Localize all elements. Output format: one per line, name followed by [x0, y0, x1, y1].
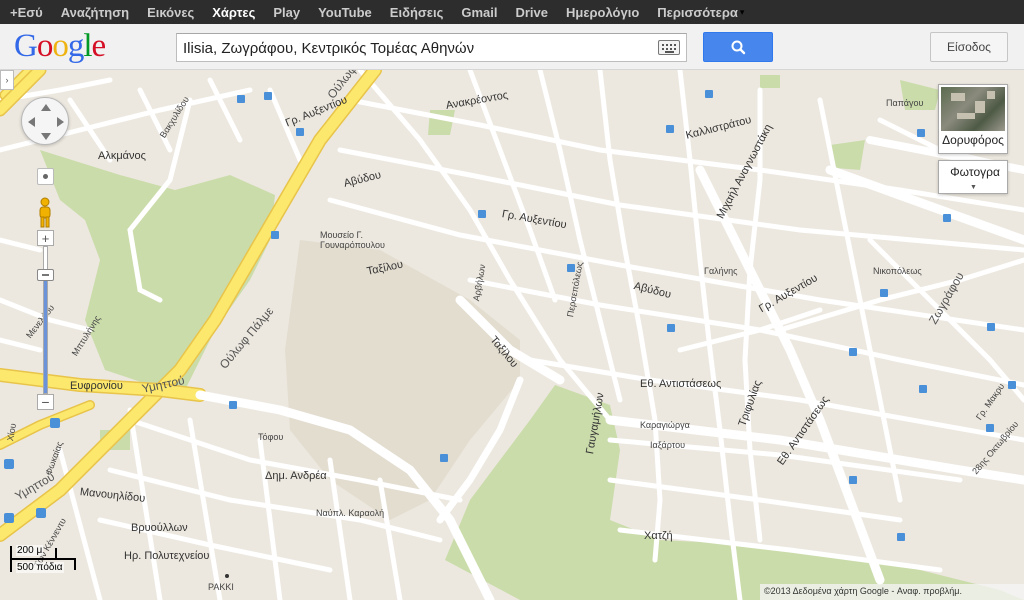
- map-canvas[interactable]: Ούλωφ Πάλμε Ούλωφ Πάλμε Γρ. Αυξεντίου Γρ…: [0, 70, 1024, 600]
- logo-letter: g: [67, 28, 84, 64]
- chevron-down-icon: ▾: [739, 6, 745, 17]
- collapse-panel-button[interactable]: ›: [0, 70, 14, 90]
- street-label-karaoli: Ναύπλ. Καραολή: [316, 508, 385, 518]
- logo-letter: e: [91, 28, 107, 64]
- search-button[interactable]: [703, 32, 773, 62]
- street-label-tofou: Τόφου: [258, 432, 284, 442]
- search-icon: [731, 40, 746, 55]
- center-location-button[interactable]: [37, 168, 54, 185]
- street-label-alkmanos: Αλκμάνος: [98, 150, 146, 162]
- topnav-item[interactable]: +Εσύ: [10, 5, 43, 20]
- pan-control[interactable]: [21, 97, 69, 145]
- topnav-item[interactable]: Αναζήτηση: [61, 5, 129, 20]
- street-label-efronion: Ευφρονίου: [70, 380, 123, 392]
- search-box[interactable]: [176, 33, 687, 62]
- logo-letter: l: [83, 28, 92, 64]
- topnav-item[interactable]: Ημερολόγιο: [566, 5, 639, 20]
- street-label-galinis: Γαλήνης: [704, 266, 738, 276]
- zoom-out-button[interactable]: −: [37, 394, 54, 410]
- street-label-vryoullon: Βρυούλλων: [131, 522, 188, 534]
- logo-letter: o: [52, 28, 68, 64]
- museum-label: Μουσείο Γ. Γουναρόπουλου: [320, 230, 385, 250]
- street-label-patagonias: Παπάγου: [886, 98, 924, 108]
- map-copyright[interactable]: ©2013 Δεδομένα χάρτη Google - Αναφ. προβ…: [760, 584, 1024, 600]
- street-label-polytechneiou: Ηρ. Πολυτεχνείου: [124, 550, 210, 562]
- topnav-item[interactable]: Drive: [515, 5, 548, 20]
- zoom-slider-fill: [44, 277, 47, 393]
- topnav-item[interactable]: YouTube: [318, 5, 372, 20]
- satellite-label: Δορυφόρος: [942, 133, 1004, 147]
- street-label-eth-antistaseos: Εθ. Αντιστάσεως: [640, 378, 722, 390]
- street-label-karagiorga: Καραγιώργα: [640, 420, 690, 430]
- search-input[interactable]: [183, 37, 653, 59]
- photos-layer-button[interactable]: Φωτογρα ▼: [938, 160, 1008, 194]
- zoom-in-button[interactable]: +: [37, 230, 54, 246]
- topnav-item[interactable]: Χάρτες: [212, 5, 255, 20]
- keyboard-icon[interactable]: [658, 40, 680, 55]
- topnav-item[interactable]: Ειδήσεις: [390, 5, 444, 20]
- topnav-item[interactable]: Gmail: [461, 5, 497, 20]
- street-label-rakki: ΡΑΚΚΙ: [208, 582, 234, 592]
- topnav-item[interactable]: Εικόνες: [147, 5, 194, 20]
- scale-label-feet: 500 πόδια: [16, 562, 64, 573]
- google-logo[interactable]: Google: [14, 28, 107, 65]
- map-scale: 200 μ 500 πόδια: [10, 544, 80, 574]
- street-label-iaxartou: Ιαξάρτου: [650, 440, 686, 450]
- topnav-item[interactable]: Περισσότερα: [657, 5, 738, 20]
- logo-letter: G: [14, 28, 38, 64]
- logo-letter: o: [36, 28, 53, 64]
- photos-label: Φωτογρα: [950, 165, 1000, 179]
- satellite-view-button[interactable]: Δορυφόρος: [938, 84, 1008, 154]
- chevron-down-icon: ▼: [970, 184, 977, 191]
- pegman-icon[interactable]: [36, 197, 54, 229]
- street-label-chatzi: Χατζή: [644, 530, 673, 542]
- signin-button[interactable]: Είσοδος: [930, 32, 1008, 62]
- pan-arrows-icon: [28, 104, 64, 140]
- map-tiles: [0, 70, 1024, 600]
- satellite-thumbnail: [941, 87, 1005, 131]
- street-label-nikopoleos: Νικοπόλεως: [873, 266, 922, 276]
- header: Google Είσοδος: [0, 24, 1024, 70]
- scale-label-meters: 200 μ: [16, 545, 44, 556]
- zoom-slider-handle[interactable]: [37, 269, 54, 281]
- top-navigation-bar: +Εσύ Αναζήτηση Εικόνες Χάρτες Play YouTube Ειδ…: [0, 0, 1024, 24]
- topnav-item[interactable]: Play: [273, 5, 300, 20]
- street-label-dim-andrea: Δημ. Ανδρέα: [265, 470, 327, 482]
